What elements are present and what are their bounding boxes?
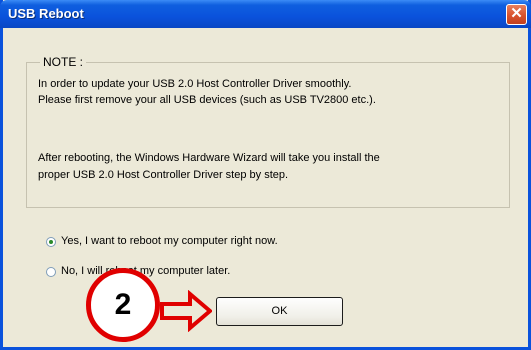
note-line-1: In order to update your USB 2.0 Host Con…	[38, 78, 352, 90]
title-bar[interactable]: USB Reboot ✕	[0, 0, 531, 28]
note-line-2: Please first remove your all USB devices…	[38, 94, 376, 106]
reboot-later-radio[interactable]	[46, 267, 56, 277]
close-button[interactable]: ✕	[506, 4, 527, 25]
right-arrow-icon	[160, 290, 212, 332]
note-groupbox: NOTE : In order to update your USB 2.0 H…	[26, 55, 510, 208]
dialog-window: USB Reboot ✕ NOTE : In order to update y…	[0, 0, 531, 350]
ok-button[interactable]: OK	[216, 297, 343, 326]
step-number-badge: 2	[86, 268, 160, 342]
close-icon: ✕	[510, 5, 523, 22]
note-legend: NOTE :	[40, 55, 87, 69]
window-title: USB Reboot	[8, 6, 84, 21]
reboot-now-label: Yes, I want to reboot my computer right …	[61, 235, 278, 247]
reboot-now-radio[interactable]	[46, 237, 56, 247]
note-line-3: After rebooting, the Windows Hardware Wi…	[38, 152, 380, 164]
note-line-4: proper USB 2.0 Host Controller Driver st…	[38, 169, 289, 181]
